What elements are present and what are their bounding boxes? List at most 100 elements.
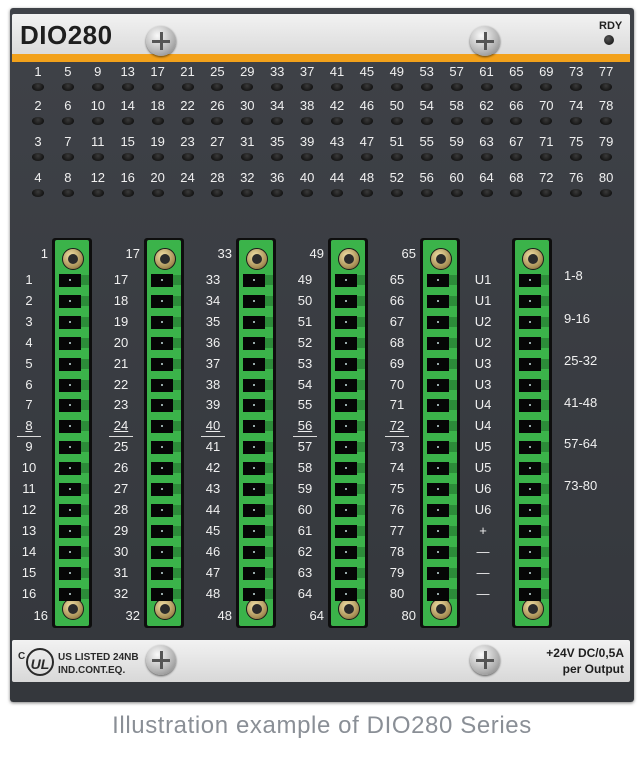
terminal-slot[interactable] — [239, 523, 273, 539]
terminal-slot[interactable] — [239, 418, 273, 434]
terminal-slot[interactable] — [147, 335, 181, 351]
terminal-slot[interactable] — [239, 397, 273, 413]
terminal-slot[interactable] — [55, 544, 89, 560]
terminal-slot[interactable] — [239, 272, 273, 288]
terminal-slot[interactable] — [147, 523, 181, 539]
terminal-slot[interactable] — [515, 272, 549, 288]
terminal-slot[interactable] — [423, 502, 457, 518]
terminal-slot[interactable] — [331, 439, 365, 455]
terminal-slot[interactable] — [147, 397, 181, 413]
terminal-slot[interactable] — [423, 565, 457, 581]
terminal-slot[interactable] — [239, 377, 273, 393]
terminal-slot[interactable] — [55, 502, 89, 518]
terminal-slot[interactable] — [55, 460, 89, 476]
terminal-slot[interactable] — [239, 502, 273, 518]
terminal-slot[interactable] — [239, 460, 273, 476]
terminal-slot[interactable] — [423, 586, 457, 602]
terminal-slot[interactable] — [331, 397, 365, 413]
terminal-slot[interactable] — [423, 356, 457, 372]
terminal-slot[interactable] — [423, 293, 457, 309]
terminal-slot[interactable] — [239, 335, 273, 351]
terminal-slot[interactable] — [331, 523, 365, 539]
terminal-slot[interactable] — [515, 523, 549, 539]
terminal-slot[interactable] — [423, 272, 457, 288]
terminal-slot[interactable] — [423, 397, 457, 413]
terminal-slot[interactable] — [515, 418, 549, 434]
terminal-slot[interactable] — [147, 502, 181, 518]
terminal-slot[interactable] — [55, 481, 89, 497]
terminal-slot[interactable] — [515, 481, 549, 497]
terminal-slot[interactable] — [515, 356, 549, 372]
terminal-slot[interactable] — [423, 481, 457, 497]
terminal-slot[interactable] — [147, 565, 181, 581]
terminal-slot[interactable] — [423, 377, 457, 393]
terminal-slot[interactable] — [331, 272, 365, 288]
terminal-slot[interactable] — [239, 439, 273, 455]
terminal-row-label: 49 — [297, 272, 313, 287]
terminal-slot[interactable] — [147, 439, 181, 455]
terminal-row-label: 19 — [113, 313, 129, 329]
terminal-slot[interactable] — [147, 314, 181, 330]
terminal-slot[interactable] — [147, 586, 181, 602]
terminal-slot[interactable] — [423, 439, 457, 455]
terminal-slot[interactable] — [55, 293, 89, 309]
led-indicator-icon — [151, 117, 164, 125]
terminal-slot[interactable] — [515, 565, 549, 581]
terminal-slot[interactable] — [331, 335, 365, 351]
terminal-slot[interactable] — [515, 544, 549, 560]
terminal-slot[interactable] — [55, 272, 89, 288]
terminal-slot[interactable] — [147, 544, 181, 560]
terminal-slot[interactable] — [331, 314, 365, 330]
terminal-slot[interactable] — [331, 356, 365, 372]
terminal-slot[interactable] — [331, 293, 365, 309]
terminal-slot[interactable] — [147, 272, 181, 288]
terminal-slot[interactable] — [239, 565, 273, 581]
terminal-slot[interactable] — [515, 502, 549, 518]
terminal-slot[interactable] — [331, 377, 365, 393]
terminal-slot[interactable] — [331, 502, 365, 518]
terminal-slot[interactable] — [515, 397, 549, 413]
terminal-slot[interactable] — [239, 356, 273, 372]
terminal-slot[interactable] — [515, 377, 549, 393]
terminal-slot[interactable] — [147, 293, 181, 309]
terminal-slot[interactable] — [423, 335, 457, 351]
terminal-slot[interactable] — [515, 335, 549, 351]
terminal-slot[interactable] — [239, 586, 273, 602]
terminal-slot[interactable] — [147, 418, 181, 434]
terminal-slot[interactable] — [55, 356, 89, 372]
terminal-slot[interactable] — [55, 314, 89, 330]
terminal-slot[interactable] — [331, 544, 365, 560]
terminal-slot[interactable] — [515, 314, 549, 330]
terminal-slot[interactable] — [55, 335, 89, 351]
terminal-slot[interactable] — [239, 293, 273, 309]
terminal-slot[interactable] — [239, 481, 273, 497]
terminal-slot[interactable] — [55, 397, 89, 413]
terminal-slot[interactable] — [331, 418, 365, 434]
terminal-slot[interactable] — [147, 356, 181, 372]
terminal-slot[interactable] — [331, 460, 365, 476]
terminal-slot[interactable] — [515, 439, 549, 455]
terminal-slot[interactable] — [423, 544, 457, 560]
terminal-slot[interactable] — [55, 418, 89, 434]
terminal-slot[interactable] — [147, 460, 181, 476]
terminal-slot[interactable] — [515, 293, 549, 309]
terminal-slot[interactable] — [331, 586, 365, 602]
terminal-slot[interactable] — [239, 314, 273, 330]
terminal-slot[interactable] — [55, 439, 89, 455]
terminal-slot[interactable] — [331, 565, 365, 581]
terminal-slot[interactable] — [55, 523, 89, 539]
terminal-slot[interactable] — [331, 481, 365, 497]
terminal-slot[interactable] — [147, 481, 181, 497]
terminal-slot[interactable] — [55, 377, 89, 393]
terminal-slot[interactable] — [423, 314, 457, 330]
terminal-slot[interactable] — [515, 586, 549, 602]
terminal-slot[interactable] — [515, 460, 549, 476]
led-indicator-icon — [510, 117, 523, 125]
terminal-slot[interactable] — [423, 460, 457, 476]
terminal-slot[interactable] — [239, 544, 273, 560]
terminal-slot[interactable] — [55, 565, 89, 581]
terminal-slot[interactable] — [55, 586, 89, 602]
terminal-slot[interactable] — [423, 418, 457, 434]
terminal-slot[interactable] — [423, 523, 457, 539]
terminal-slot[interactable] — [147, 377, 181, 393]
